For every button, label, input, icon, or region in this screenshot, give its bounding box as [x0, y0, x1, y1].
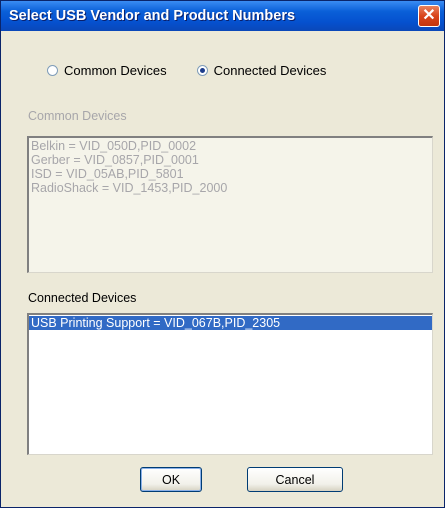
radio-connected-devices[interactable]: Connected Devices	[196, 63, 327, 78]
radio-connected-devices-label: Connected Devices	[213, 63, 327, 78]
radio-unchecked-icon[interactable]	[47, 65, 58, 76]
close-icon: ✕	[422, 7, 436, 24]
connected-devices-listbox[interactable]: USB Printing Support = VID_067B,PID_2305	[27, 313, 433, 455]
device-source-radio-group: Common Devices Connected Devices	[47, 63, 326, 78]
radio-common-devices-label: Common Devices	[64, 63, 167, 78]
close-button[interactable]: ✕	[418, 5, 440, 27]
title-bar[interactable]: Select USB Vendor and Product Numbers ✕	[1, 1, 444, 31]
list-item: Belkin = VID_050D,PID_0002	[31, 139, 197, 153]
window-title: Select USB Vendor and Product Numbers	[9, 8, 296, 24]
list-item: Gerber = VID_0857,PID_0001	[31, 153, 199, 167]
radio-checked-icon[interactable]	[196, 65, 208, 76]
cancel-button[interactable]: Cancel	[247, 467, 343, 492]
dialog-window: Select USB Vendor and Product Numbers ✕ …	[0, 0, 445, 508]
list-item: RadioShack = VID_1453,PID_2000	[31, 181, 228, 195]
ok-button[interactable]: OK	[140, 467, 202, 492]
radio-common-devices[interactable]: Common Devices	[47, 63, 167, 78]
common-devices-label: Common Devices	[28, 109, 127, 123]
list-item[interactable]: USB Printing Support = VID_067B,PID_2305	[29, 316, 432, 330]
common-devices-listbox: Belkin = VID_050D,PID_0002 Gerber = VID_…	[27, 136, 433, 273]
connected-devices-label: Connected Devices	[28, 291, 137, 305]
list-item: ISD = VID_05AB,PID_5801	[31, 167, 184, 181]
